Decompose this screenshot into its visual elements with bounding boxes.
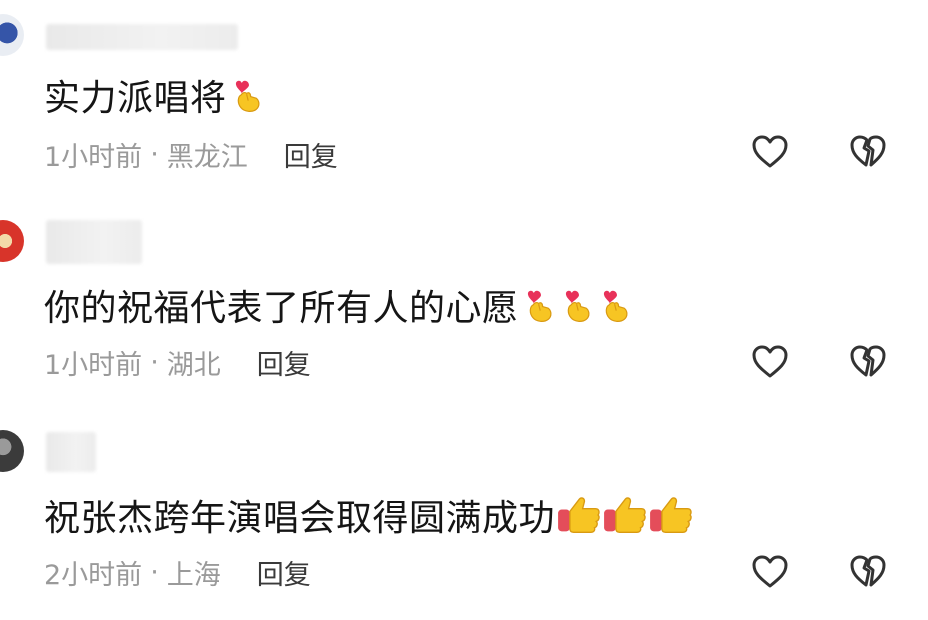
reply-button[interactable]: 回复 bbox=[257, 343, 311, 382]
comment-meta: 1小时前 · 黑龙江 回复 bbox=[44, 134, 338, 174]
finger-heart-icon bbox=[601, 285, 633, 325]
heart-icon bbox=[750, 552, 790, 592]
like-button[interactable] bbox=[750, 552, 790, 592]
comment-text: 实力派唱将 bbox=[44, 68, 265, 122]
avatar[interactable] bbox=[0, 220, 24, 262]
like-button[interactable] bbox=[750, 342, 790, 382]
reply-button[interactable]: 回复 bbox=[284, 135, 338, 174]
comment-body: 实力派唱将 bbox=[44, 78, 227, 119]
comment-meta: 2小时前 · 上海 回复 bbox=[44, 552, 311, 592]
dislike-button[interactable] bbox=[848, 342, 888, 382]
username[interactable] bbox=[46, 432, 96, 472]
separator: · bbox=[150, 556, 159, 588]
comment-item: 你的祝福代表了所有人的心愿 1小时前 · 湖北 回复 bbox=[0, 206, 928, 412]
like-button[interactable] bbox=[750, 132, 790, 172]
reply-button[interactable]: 回复 bbox=[257, 553, 311, 592]
heart-icon bbox=[750, 132, 790, 172]
location: 黑龙江 bbox=[166, 141, 248, 173]
timestamp: 1小时前 bbox=[44, 349, 143, 381]
location: 上海 bbox=[166, 559, 221, 591]
separator: · bbox=[150, 138, 159, 170]
username[interactable] bbox=[46, 24, 238, 50]
comment-meta: 1小时前 · 湖北 回复 bbox=[44, 342, 311, 382]
thumbs-up-icon bbox=[649, 495, 693, 535]
thumbs-up-icon bbox=[557, 495, 601, 535]
comment-body: 祝张杰跨年演唱会取得圆满成功 bbox=[44, 498, 556, 539]
finger-heart-icon bbox=[525, 285, 557, 325]
emoji-group bbox=[557, 495, 693, 535]
avatar[interactable] bbox=[0, 14, 24, 56]
timestamp: 2小时前 bbox=[44, 559, 143, 591]
comment-text: 祝张杰跨年演唱会取得圆满成功 bbox=[44, 488, 693, 542]
dislike-button[interactable] bbox=[848, 552, 888, 592]
separator: · bbox=[150, 346, 159, 378]
thumbs-up-icon bbox=[603, 495, 647, 535]
avatar[interactable] bbox=[0, 430, 24, 472]
comment-body: 你的祝福代表了所有人的心愿 bbox=[44, 288, 519, 329]
finger-heart-icon bbox=[233, 75, 265, 115]
heart-icon bbox=[750, 342, 790, 382]
username[interactable] bbox=[46, 220, 142, 264]
broken-heart-icon bbox=[848, 552, 888, 592]
finger-heart-icon bbox=[563, 285, 595, 325]
dislike-button[interactable] bbox=[848, 132, 888, 172]
broken-heart-icon bbox=[848, 132, 888, 172]
comment-item: 实力派唱将 1小时前 · 黑龙江 回复 bbox=[0, 0, 928, 206]
emoji-group bbox=[525, 285, 633, 325]
timestamp: 1小时前 bbox=[44, 141, 143, 173]
location: 湖北 bbox=[166, 349, 221, 381]
comment-item: 祝张杰跨年演唱会取得圆满成功 2小时前 · 上海 回复 bbox=[0, 412, 928, 618]
emoji-group bbox=[233, 75, 265, 115]
comment-text: 你的祝福代表了所有人的心愿 bbox=[44, 278, 633, 332]
broken-heart-icon bbox=[848, 342, 888, 382]
